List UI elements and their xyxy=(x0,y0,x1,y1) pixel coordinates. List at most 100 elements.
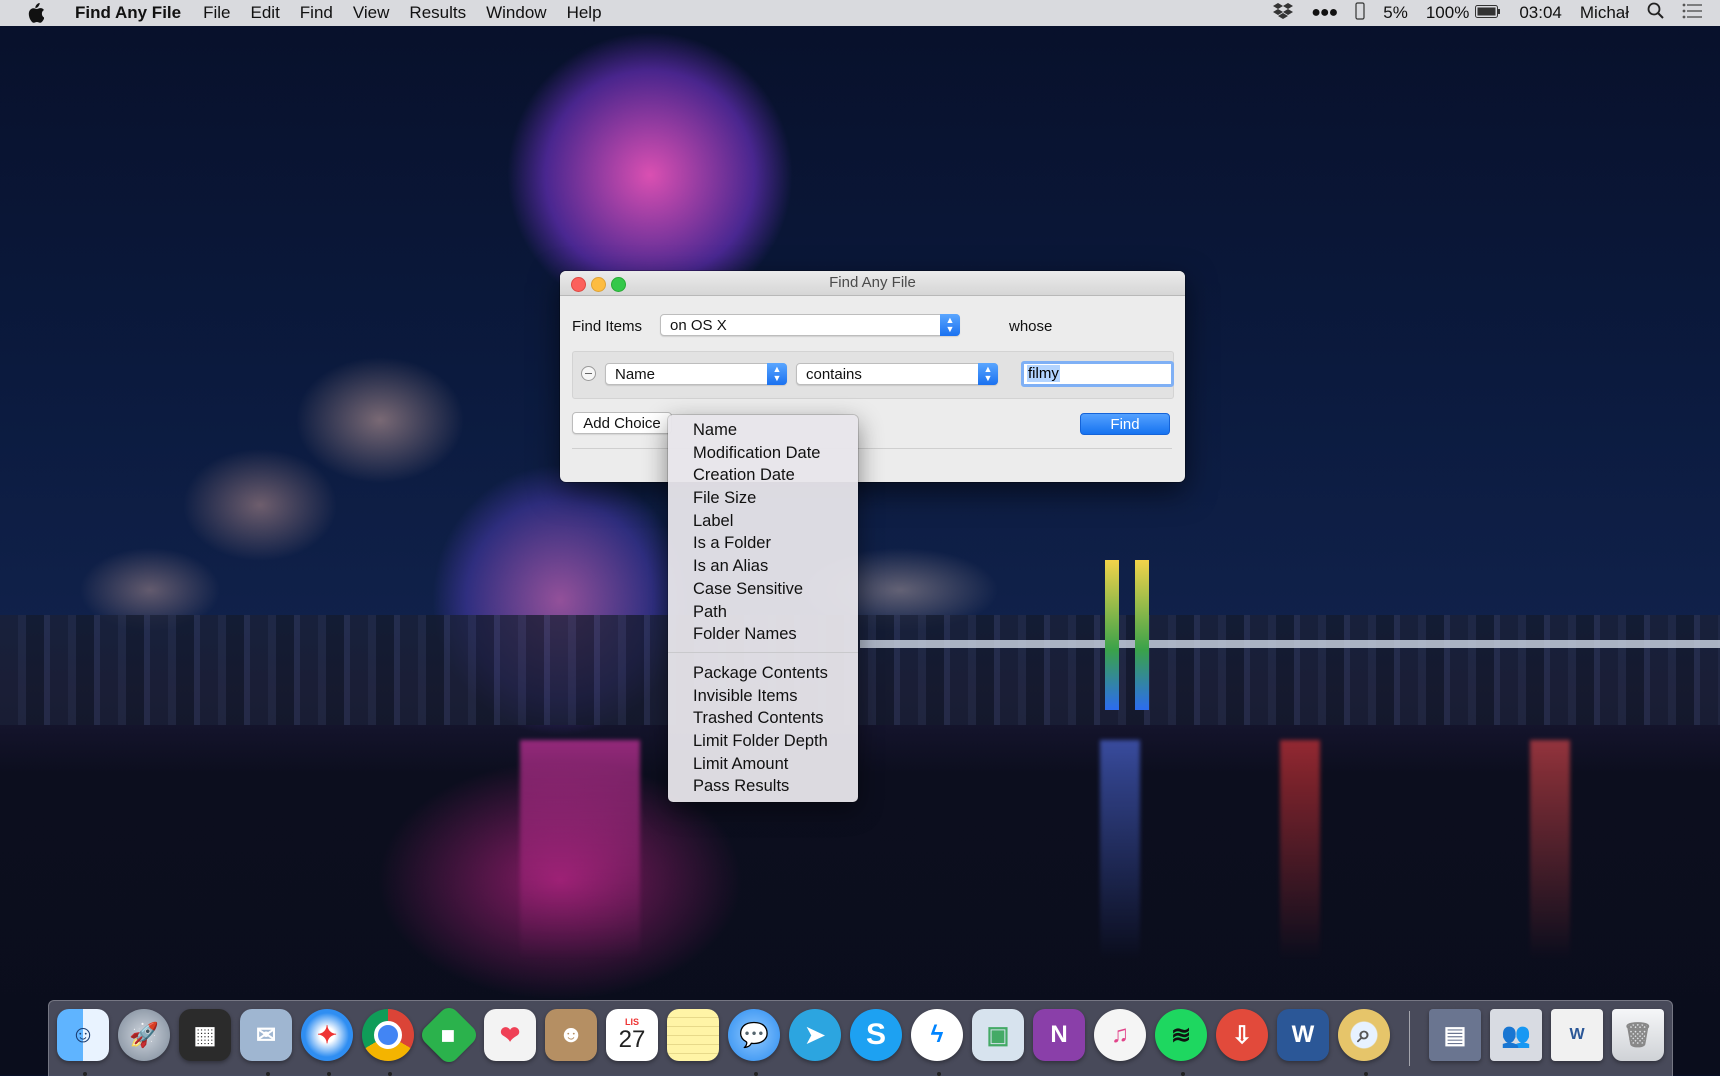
menu-results[interactable]: Results xyxy=(399,3,476,23)
menu-item-case-sensitive[interactable]: Case Sensitive xyxy=(668,578,858,601)
feedly-icon[interactable]: ◆ xyxy=(417,1003,481,1067)
menu-item-file-size[interactable]: File Size xyxy=(668,487,858,510)
menu-item-pass-results[interactable]: Pass Results xyxy=(668,775,858,798)
skype-icon[interactable]: S xyxy=(850,1009,902,1061)
field-popup[interactable]: Name ▲ ▼ xyxy=(605,363,787,385)
preview-icon[interactable]: ▣ xyxy=(972,1009,1024,1061)
remove-criterion-button[interactable] xyxy=(581,366,596,381)
field-value: Name xyxy=(615,366,656,383)
menu-help[interactable]: Help xyxy=(557,3,612,23)
dock: ☺ 🚀 ▦ ✉ ✦ ◆ ❤ ☻ LIS 27 💬 ➤ S ϟ ▣ N ♫ ≋ ⇩… xyxy=(48,1000,1673,1076)
battery-percent: 100% xyxy=(1425,3,1470,22)
wallpaper-bridge-tower xyxy=(1135,560,1149,710)
mail-icon[interactable]: ✉ xyxy=(240,1009,292,1061)
user-name[interactable]: Michał xyxy=(1580,3,1629,23)
menu-item-creation-date[interactable]: Creation Date xyxy=(668,464,858,487)
more-icon[interactable]: ●●● xyxy=(1311,4,1338,22)
menu-item-is-a-folder[interactable]: Is a Folder xyxy=(668,532,858,555)
close-button[interactable] xyxy=(571,277,586,292)
wallpaper-reflection xyxy=(520,740,640,960)
find-any-file-window: Find Any File Find Items on OS X ▲ ▼ whos… xyxy=(560,271,1185,482)
running-indicator xyxy=(388,1072,392,1076)
chevron-updown-icon: ▲ ▼ xyxy=(978,363,998,385)
add-choice-button[interactable]: Add Choice xyxy=(572,412,672,434)
telegram-icon[interactable]: ➤ xyxy=(789,1009,841,1061)
menu-find[interactable]: Find xyxy=(290,3,343,23)
minimize-button[interactable] xyxy=(591,277,606,292)
notification-center-icon[interactable] xyxy=(1682,3,1702,24)
running-indicator xyxy=(266,1072,270,1076)
apple-icon[interactable] xyxy=(25,3,45,23)
running-indicator xyxy=(754,1072,758,1076)
transmit-icon[interactable]: ⇩ xyxy=(1216,1009,1268,1061)
menu-item-invisible-items[interactable]: Invisible Items xyxy=(668,685,858,708)
window-divider xyxy=(572,448,1172,449)
menu-item-label[interactable]: Label xyxy=(668,510,858,533)
wallpaper-bridge xyxy=(860,640,1720,648)
whose-label: whose xyxy=(1009,318,1053,335)
dock-separator xyxy=(1409,1011,1410,1066)
notes-icon[interactable] xyxy=(667,1009,719,1061)
spotlight-icon[interactable] xyxy=(1647,2,1664,24)
chevron-updown-icon: ▲ ▼ xyxy=(767,363,787,385)
menu-item-folder-names[interactable]: Folder Names xyxy=(668,623,858,646)
dropbox-icon[interactable] xyxy=(1273,2,1294,25)
menu-item-trashed-contents[interactable]: Trashed Contents xyxy=(668,707,858,730)
add-choice-menu: Name Modification Date Creation Date Fil… xyxy=(668,415,858,802)
finder-icon[interactable]: ☺ xyxy=(57,1009,109,1061)
contacts-icon[interactable]: ☻ xyxy=(545,1009,597,1061)
wallpaper-reflection xyxy=(1280,740,1320,960)
onenote-icon[interactable]: N xyxy=(1033,1009,1085,1061)
menu-edit[interactable]: Edit xyxy=(241,3,290,23)
menu-item-modification-date[interactable]: Modification Date xyxy=(668,442,858,465)
battery-small-percent: 5% xyxy=(1383,3,1408,22)
word-doc-stack-icon[interactable]: W xyxy=(1551,1009,1603,1061)
find-any-file-icon[interactable]: ⌕ xyxy=(1338,1009,1390,1061)
running-indicator xyxy=(1181,1072,1185,1076)
operator-popup[interactable]: contains ▲ ▼ xyxy=(796,363,998,385)
menu-item-path[interactable]: Path xyxy=(668,601,858,624)
window-titlebar[interactable]: Find Any File xyxy=(560,271,1185,296)
running-indicator xyxy=(83,1072,87,1076)
clock[interactable]: 03:04 xyxy=(1519,3,1562,23)
downloads-stack-icon[interactable]: ▤ xyxy=(1429,1009,1481,1061)
menu-item-limit-amount[interactable]: Limit Amount xyxy=(668,753,858,776)
menu-item-name[interactable]: Name xyxy=(668,419,858,442)
itunes-icon[interactable]: ♫ xyxy=(1094,1009,1146,1061)
launchpad-icon[interactable]: 🚀 xyxy=(118,1009,170,1061)
messenger-icon[interactable]: ϟ xyxy=(911,1009,963,1061)
menu-app-name[interactable]: Find Any File xyxy=(65,3,193,23)
calendar-day: 27 xyxy=(618,1026,646,1053)
safari-icon[interactable]: ✦ xyxy=(301,1009,353,1061)
chrome-icon[interactable] xyxy=(362,1009,414,1061)
wallpaper-skyline xyxy=(0,615,1720,725)
menu-item-package-contents[interactable]: Package Contents xyxy=(668,662,858,685)
menu-item-is-an-alias[interactable]: Is an Alias xyxy=(668,555,858,578)
calendar-icon[interactable]: LIS 27 xyxy=(606,1009,658,1061)
menu-file[interactable]: File xyxy=(193,3,240,23)
word-icon[interactable]: W xyxy=(1277,1009,1329,1061)
location-popup[interactable]: on OS X ▲ ▼ xyxy=(660,314,960,336)
pocket-icon[interactable]: ❤ xyxy=(484,1009,536,1061)
messages-icon[interactable]: 💬 xyxy=(728,1009,780,1061)
menu-view[interactable]: View xyxy=(343,3,400,23)
menu-divider xyxy=(668,651,858,653)
zoom-button[interactable] xyxy=(611,277,626,292)
find-button[interactable]: Find xyxy=(1080,413,1170,435)
criterion-row: Name ▲ ▼ contains ▲ ▼ filmy xyxy=(572,351,1174,399)
menu-item-limit-folder-depth[interactable]: Limit Folder Depth xyxy=(668,730,858,753)
search-text-field[interactable]: filmy xyxy=(1021,361,1174,387)
documents-stack-icon[interactable]: 👥 xyxy=(1490,1009,1542,1061)
wallpaper-bridge-tower xyxy=(1105,560,1119,710)
battery-icon[interactable] xyxy=(1475,3,1501,23)
mission-control-icon[interactable]: ▦ xyxy=(179,1009,231,1061)
running-indicator xyxy=(937,1072,941,1076)
chevron-updown-icon: ▲ ▼ xyxy=(940,314,960,336)
battery-small-icon[interactable] xyxy=(1355,1,1365,25)
spotify-icon[interactable]: ≋ xyxy=(1155,1009,1207,1061)
operator-value: contains xyxy=(806,366,862,383)
menu-window[interactable]: Window xyxy=(476,3,556,23)
wallpaper-reflection xyxy=(1530,740,1570,960)
trash-icon[interactable]: 🗑 xyxy=(1612,1009,1664,1061)
status-area: ●●● 5% 100% 03:04 Michał xyxy=(1273,0,1720,26)
